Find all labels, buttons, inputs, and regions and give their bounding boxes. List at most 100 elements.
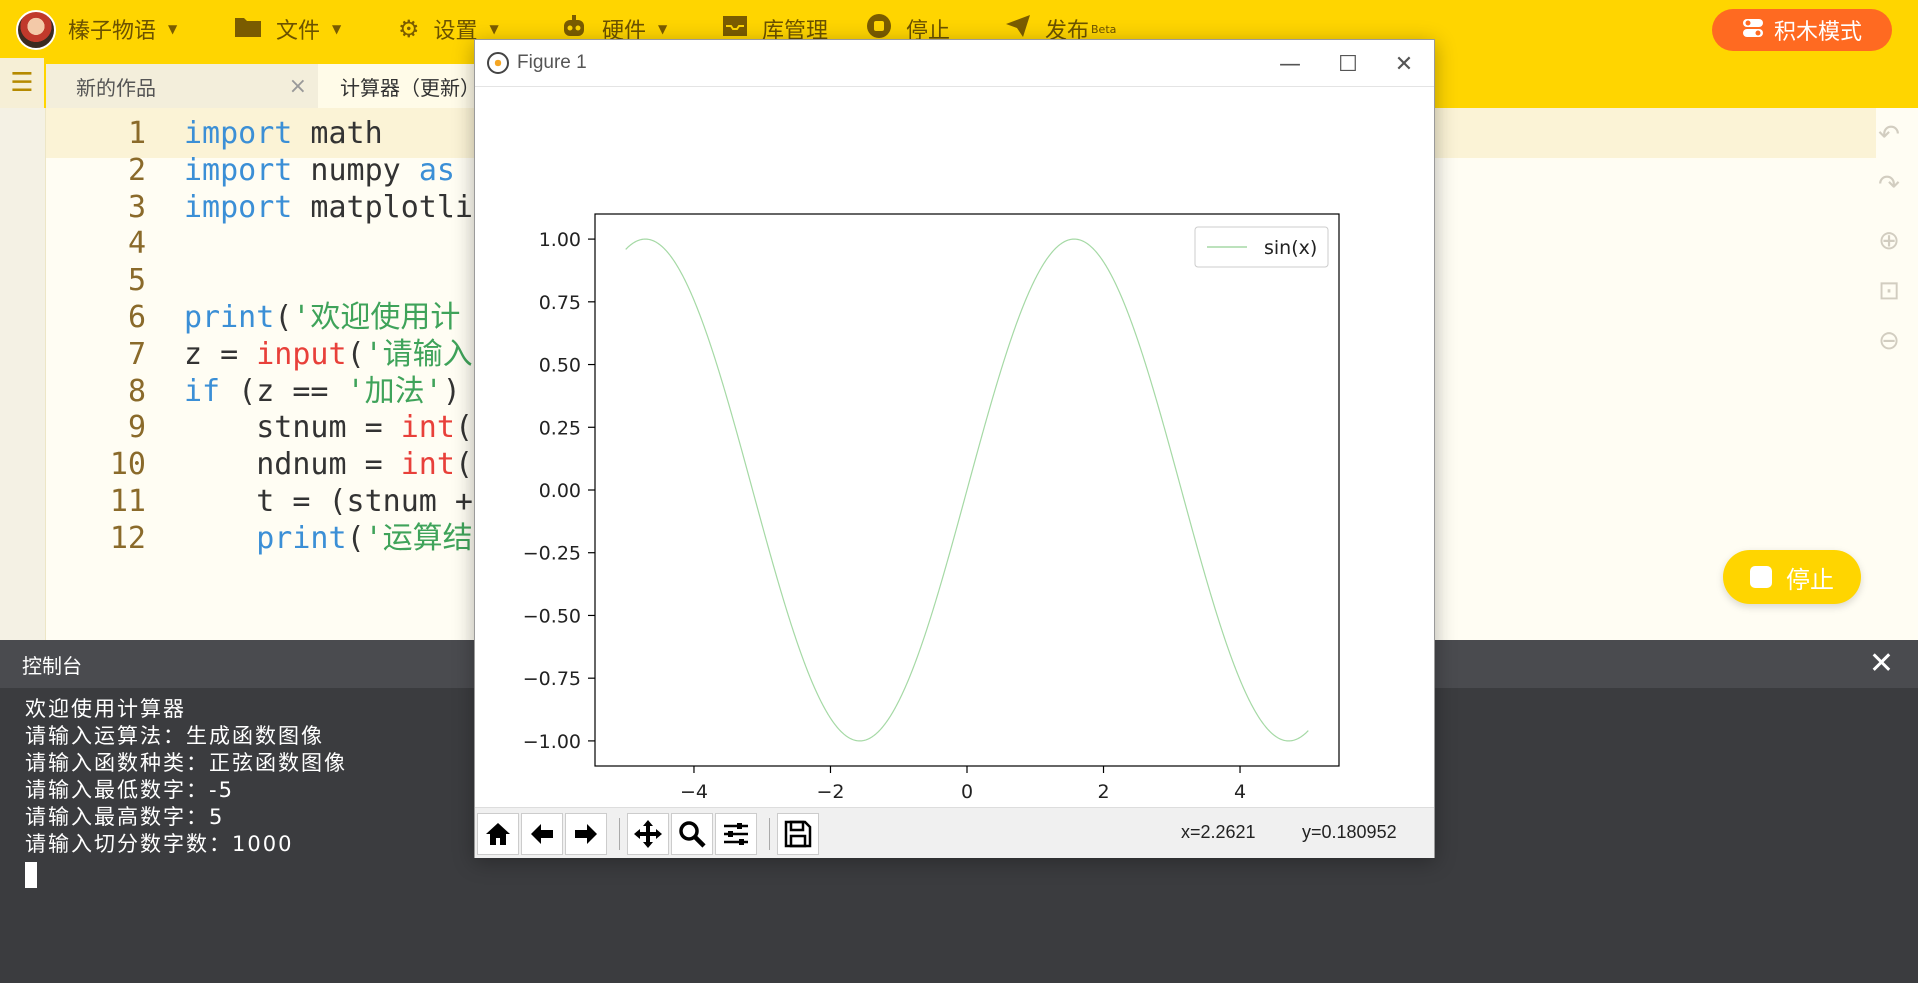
minimize-icon[interactable]: — — [1260, 46, 1320, 82]
code-token: import — [184, 152, 293, 188]
stop-icon — [1750, 566, 1772, 588]
console-line: 请输入最低数字：-5 — [25, 778, 234, 802]
close-icon[interactable]: ✕ — [1374, 46, 1434, 82]
chevron-down-icon: ▼ — [332, 22, 342, 36]
console-line: 请输入运算法：生成函数图像 — [25, 724, 324, 748]
console-line: 请输入最高数字：5 — [25, 805, 225, 829]
configure-subplots-button[interactable] — [715, 813, 757, 855]
code-token: (z == — [220, 373, 347, 409]
legend-label: sin(x) — [1264, 237, 1317, 259]
sidebar-toggle-button[interactable]: ☰ — [0, 58, 44, 108]
magnifier-icon — [679, 821, 706, 848]
undo-icon[interactable]: ↶ — [1874, 120, 1904, 150]
project-menu-label: 榛子物语 — [68, 19, 157, 44]
pan-button[interactable] — [627, 813, 669, 855]
console-title: 控制台 — [22, 653, 82, 678]
zoom-button[interactable] — [671, 813, 713, 855]
y-tick-label: −0.25 — [523, 543, 581, 565]
console-output[interactable]: 欢迎使用计算器 请输入运算法：生成函数图像 请输入函数种类：正弦函数图像 请输入… — [25, 696, 347, 888]
tab-label: 计算器（更新） — [340, 75, 480, 100]
tab-new-work[interactable]: 新的作品 × — [46, 64, 321, 108]
close-icon[interactable]: ✕ — [1869, 646, 1894, 681]
chevron-down-icon: ▼ — [168, 22, 178, 36]
maximize-icon[interactable]: ☐ — [1318, 46, 1378, 82]
y-tick-label: 0.75 — [539, 292, 581, 314]
y-coordinate-readout: y=0.180952 — [1302, 822, 1397, 842]
code-token: int — [400, 447, 455, 483]
file-menu-label: 文件 — [276, 19, 321, 44]
y-tick-label: 0.25 — [539, 417, 581, 439]
code-token: if — [184, 373, 221, 409]
code-token: '请输入 — [364, 336, 473, 372]
block-mode-label: 积木模式 — [1773, 20, 1862, 45]
y-tick-label: −1.00 — [523, 731, 581, 753]
plot-legend: sin(x) — [1194, 226, 1329, 268]
code-token: import — [184, 189, 293, 225]
arrow-right-icon — [575, 824, 597, 844]
code-token: ( — [346, 336, 365, 372]
code-text: print('运算结 — [184, 516, 473, 561]
y-tick-label: −0.75 — [523, 668, 581, 690]
beta-badge: Beta — [1091, 22, 1117, 36]
code-token: '欢迎使用计 — [292, 300, 461, 335]
plot-canvas[interactable]: −4 −2 0 2 4 1.00 0.75 0.50 0.25 0.00 −0.25 −0.50 −0.… — [475, 87, 1434, 807]
chevron-down-icon: ▼ — [658, 22, 668, 36]
file-menu[interactable]: 文件 ▼ — [234, 0, 341, 58]
floating-stop-label: 停止 — [1786, 565, 1834, 594]
code-token: ( — [454, 447, 473, 483]
save-icon — [784, 820, 812, 848]
y-tick-label: 0.50 — [539, 355, 581, 377]
toolbar-divider — [619, 818, 620, 850]
save-figure-button[interactable] — [777, 813, 819, 855]
project-menu[interactable]: 榛子物语 ▼ — [68, 0, 177, 58]
folder-icon — [234, 14, 262, 44]
matplotlib-logo-icon — [487, 52, 509, 74]
code-token: numpy — [292, 152, 419, 188]
code-token: '运算结 — [364, 520, 473, 556]
y-tick-label: −0.50 — [523, 605, 581, 627]
code-token: import — [184, 116, 293, 151]
y-tick-label: 1.00 — [539, 229, 581, 251]
code-token: print — [184, 300, 275, 335]
x-tick-label: −2 — [816, 781, 844, 803]
code-token: ndnum = — [184, 447, 401, 483]
floating-stop-button[interactable]: 停止 — [1723, 550, 1861, 604]
text-cursor — [25, 862, 37, 888]
user-avatar[interactable] — [16, 10, 56, 50]
code-token: z = — [184, 336, 257, 372]
editor-gutter — [0, 108, 46, 640]
x-tick-label: 2 — [1097, 781, 1109, 803]
code-token: print — [256, 520, 347, 556]
block-mode-button[interactable]: 积木模式 — [1712, 9, 1892, 51]
x-tick-label: −4 — [680, 781, 708, 803]
code-token: t = (stnum + — [184, 484, 473, 519]
menu-icon: ☰ — [10, 68, 34, 98]
code-token: ( — [454, 410, 473, 446]
code-token: ) — [442, 373, 461, 409]
code-token: ( — [274, 300, 293, 335]
tab-calculator[interactable]: 计算器（更新） — [318, 64, 488, 108]
zoom-in-icon[interactable]: ⊕ — [1874, 226, 1904, 256]
figure-title: Figure 1 — [517, 52, 587, 73]
code-token: math — [292, 116, 383, 151]
home-icon — [486, 823, 510, 845]
y-tick-label: 0.00 — [539, 480, 581, 502]
back-button[interactable] — [521, 813, 563, 855]
close-icon[interactable]: × — [289, 74, 307, 99]
forward-button[interactable] — [565, 813, 607, 855]
redo-icon[interactable]: ↷ — [1874, 170, 1904, 200]
move-icon — [634, 820, 662, 848]
console-line: 请输入切分数字数：1000 — [25, 832, 294, 856]
home-button[interactable] — [477, 813, 519, 855]
code-token: int — [400, 410, 455, 446]
sin-series-line — [625, 238, 1309, 742]
figure-titlebar[interactable]: Figure 1 — ☐ ✕ — [475, 40, 1434, 87]
figure-window[interactable]: Figure 1 — ☐ ✕ −4 −2 0 2 4 1.00 0.75 0.50 0.25 0.… — [474, 39, 1435, 858]
code-token: as — [418, 152, 455, 188]
plot-ticks: −4 −2 0 2 4 1.00 0.75 0.50 0.25 0.00 −0.25 −0.50 −0.… — [523, 229, 1246, 803]
fit-width-icon[interactable]: ⊡ — [1874, 276, 1904, 306]
code-token: input — [256, 336, 347, 372]
zoom-out-icon[interactable]: ⊖ — [1874, 326, 1904, 356]
figure-toolbar: x=2.2621 y=0.180952 — [475, 807, 1434, 858]
